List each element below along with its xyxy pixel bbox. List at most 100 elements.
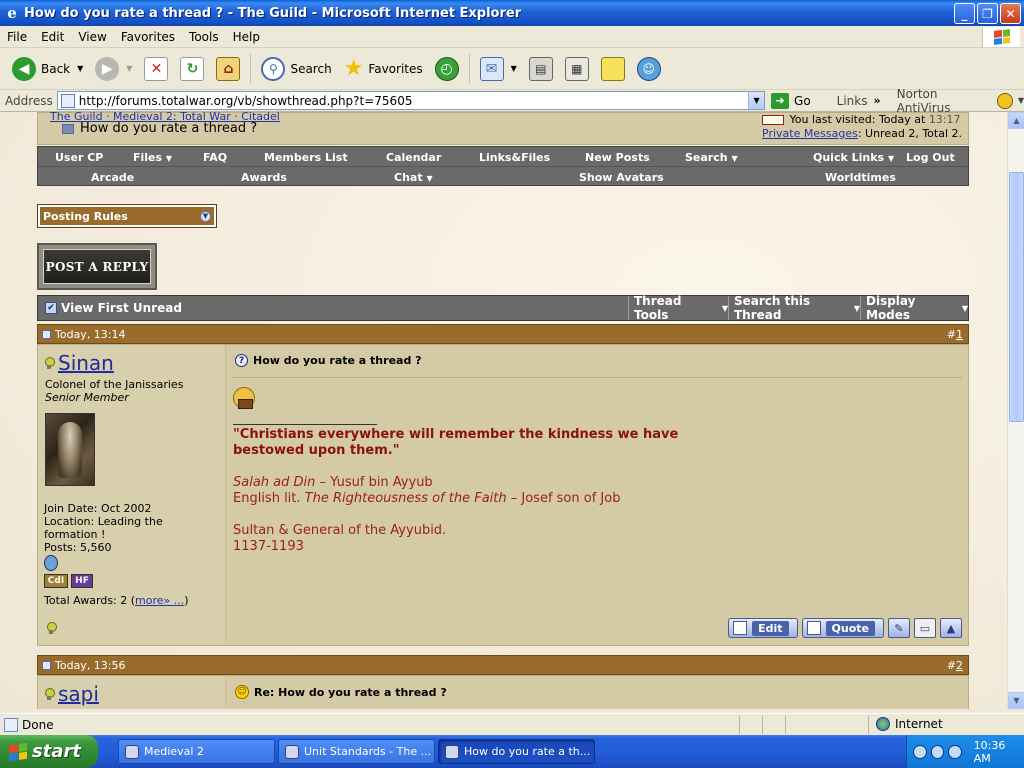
signature-line-4: 1137-1193 bbox=[233, 539, 304, 554]
nav-chat[interactable]: Chat ▼ bbox=[394, 171, 433, 184]
history-button[interactable]: ◴ bbox=[429, 52, 465, 86]
address-dropdown-icon[interactable]: ▼ bbox=[748, 92, 765, 109]
username-link[interactable]: sapi bbox=[58, 682, 99, 706]
nav-arcade[interactable]: Arcade bbox=[91, 171, 134, 184]
nav-quick-links[interactable]: Quick Links ▼ bbox=[813, 151, 894, 164]
scroll-top-button[interactable]: ▲ bbox=[940, 618, 962, 638]
menu-tools[interactable]: Tools bbox=[182, 30, 226, 44]
display-modes-label: Display Modes bbox=[866, 294, 916, 322]
taskbar-item-rate-thread[interactable]: How do you rate a th... bbox=[438, 739, 595, 764]
back-button[interactable]: ◀ Back ▼ bbox=[6, 52, 89, 86]
stop-button[interactable]: ✕ bbox=[138, 52, 174, 86]
address-input[interactable]: http://forums.totalwar.org/vb/showthread… bbox=[56, 91, 766, 110]
go-button[interactable]: ➜ Go bbox=[771, 92, 811, 109]
print-button[interactable]: ▤ bbox=[523, 52, 559, 86]
forward-arrow-icon: ▶ bbox=[95, 56, 120, 81]
page-icon bbox=[60, 93, 75, 108]
collapse-icon[interactable]: ▼ bbox=[200, 210, 211, 222]
messenger-button[interactable]: ☺ bbox=[631, 52, 667, 86]
network-icon[interactable] bbox=[930, 744, 945, 759]
toolbar-separator bbox=[250, 53, 252, 84]
volume-icon[interactable] bbox=[948, 744, 962, 759]
go-label: Go bbox=[794, 93, 811, 108]
nav-files[interactable]: Files ▼ bbox=[133, 151, 172, 164]
nav-new-posts[interactable]: New Posts bbox=[585, 151, 650, 164]
messenger-icon: ☺ bbox=[636, 56, 661, 81]
nav-links-files[interactable]: Links&Files bbox=[479, 151, 550, 164]
menu-edit[interactable]: Edit bbox=[34, 30, 71, 44]
award-badge[interactable]: CdI bbox=[44, 574, 68, 588]
post-number[interactable]: #2 bbox=[947, 659, 963, 672]
avatar[interactable] bbox=[45, 413, 95, 486]
norton-antivirus-toolbar[interactable]: Norton AntiVirus ▼ bbox=[897, 87, 1024, 115]
toolbar-separator bbox=[468, 53, 470, 84]
search-button[interactable]: ⚲ Search bbox=[255, 52, 337, 86]
refresh-button[interactable]: ↻ bbox=[174, 52, 210, 86]
address-url[interactable]: http://forums.totalwar.org/vb/showthread… bbox=[79, 94, 748, 108]
nav-calendar[interactable]: Calendar bbox=[386, 151, 441, 164]
private-messages-link[interactable]: Private Messages bbox=[762, 127, 858, 140]
links-toolbar[interactable]: Links bbox=[837, 94, 868, 108]
nav-show-avatars[interactable]: Show Avatars bbox=[579, 171, 664, 184]
post-content: ? How do you rate a thread ? "Christians… bbox=[227, 345, 968, 645]
nav-awards[interactable]: Awards bbox=[241, 171, 287, 184]
user-details: Join Date: Oct 2002 Location: Leading th… bbox=[44, 502, 219, 554]
links-chevron-icon[interactable]: » bbox=[873, 94, 880, 107]
nav-user-cp[interactable]: User CP bbox=[55, 151, 103, 164]
nav-members-list[interactable]: Members List bbox=[264, 151, 348, 164]
taskbar-item-unit-standards[interactable]: Unit Standards - The ... bbox=[278, 739, 435, 764]
forward-button[interactable]: ▶ ▼ bbox=[89, 52, 138, 86]
nav-log-out[interactable]: Log Out bbox=[906, 151, 955, 164]
discuss-button[interactable] bbox=[595, 52, 631, 86]
post-number[interactable]: #1 bbox=[947, 328, 963, 341]
menu-view[interactable]: View bbox=[71, 30, 113, 44]
status-text-block: Done bbox=[0, 717, 54, 732]
home-button[interactable]: ⌂ bbox=[210, 52, 246, 86]
zone-label: Internet bbox=[895, 717, 943, 731]
close-button[interactable]: ✕ bbox=[1000, 3, 1021, 24]
first-unread-icon: ✔ bbox=[45, 302, 57, 314]
thread-tools-menu[interactable]: Thread Tools ▼ bbox=[628, 294, 728, 322]
clock[interactable]: 10:36 AM bbox=[974, 739, 1024, 765]
post-reply-button[interactable]: POST A REPLY bbox=[37, 243, 157, 290]
menu-favorites[interactable]: Favorites bbox=[114, 30, 182, 44]
quick-reply-button[interactable]: ▭ bbox=[914, 618, 936, 638]
username-link[interactable]: Sinan bbox=[58, 351, 114, 375]
thread-folder-icon bbox=[62, 124, 74, 134]
scroll-down-icon[interactable]: ▼ bbox=[1008, 692, 1024, 709]
search-thread-menu[interactable]: Search this Thread ▼ bbox=[728, 294, 860, 322]
menu-file[interactable]: File bbox=[0, 30, 34, 44]
nav-search[interactable]: Search ▼ bbox=[685, 151, 738, 164]
norton-dropdown-icon[interactable]: ▼ bbox=[1018, 96, 1024, 105]
quote-button[interactable]: Quote bbox=[801, 618, 884, 638]
edit-page-button[interactable]: ▦ bbox=[559, 52, 595, 86]
scrollbar-thumb[interactable] bbox=[1009, 172, 1024, 422]
posting-rules-panel[interactable]: Posting Rules ▼ bbox=[37, 204, 217, 228]
minimize-button[interactable]: _ bbox=[954, 3, 975, 24]
back-dropdown-icon[interactable]: ▼ bbox=[77, 64, 83, 73]
vertical-scrollbar[interactable]: ▲ ▼ bbox=[1007, 112, 1024, 709]
edit-button[interactable]: Edit bbox=[728, 618, 798, 638]
print-icon: ▤ bbox=[528, 56, 553, 81]
nav-worldtimes[interactable]: Worldtimes bbox=[825, 171, 896, 184]
award-badge[interactable]: HF bbox=[71, 574, 93, 588]
security-zone[interactable]: Internet bbox=[876, 717, 943, 731]
nav-faq[interactable]: FAQ bbox=[203, 151, 227, 164]
taskbar-item-medieval2[interactable]: Medieval 2 bbox=[118, 739, 275, 764]
refresh-icon: ↻ bbox=[180, 56, 205, 81]
window-title-bar[interactable]: e How do you rate a thread ? - The Guild… bbox=[0, 0, 1024, 26]
forward-dropdown-icon[interactable]: ▼ bbox=[126, 64, 132, 73]
menu-help[interactable]: Help bbox=[226, 30, 267, 44]
more-awards-link[interactable]: more» ... bbox=[135, 594, 184, 607]
join-date: Join Date: Oct 2002 bbox=[44, 502, 152, 515]
favorites-button[interactable]: ★ Favorites bbox=[338, 52, 429, 86]
view-first-unread[interactable]: ✔ View First Unread bbox=[45, 301, 182, 315]
mail-dropdown-icon[interactable]: ▼ bbox=[511, 64, 517, 73]
display-modes-menu[interactable]: Display Modes ▼ bbox=[860, 294, 968, 322]
multi-quote-button[interactable]: ✎ bbox=[888, 618, 910, 638]
scroll-up-icon[interactable]: ▲ bbox=[1008, 112, 1024, 129]
maximize-button[interactable]: ❐ bbox=[977, 3, 998, 24]
mail-button[interactable]: ✉ ▼ bbox=[474, 52, 523, 86]
tray-chevron-icon[interactable] bbox=[913, 744, 927, 759]
start-button[interactable]: start bbox=[0, 735, 98, 768]
